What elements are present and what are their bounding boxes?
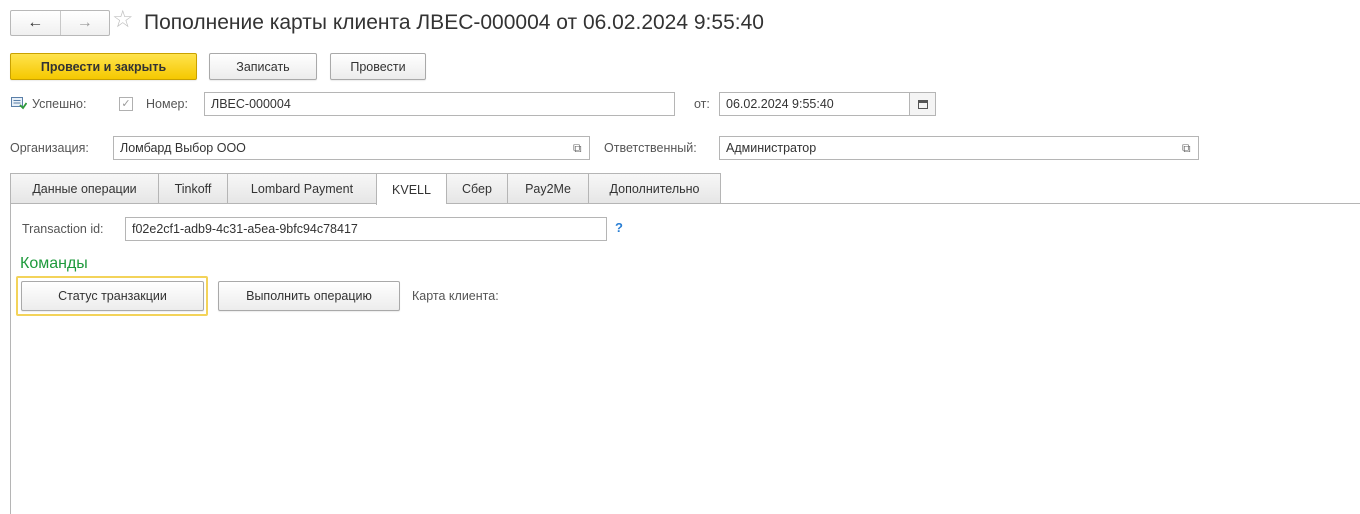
help-icon[interactable]: ? <box>615 220 623 235</box>
organization-field[interactable]: Ломбард Выбор ООО <box>113 136 590 160</box>
tab-operation-data[interactable]: Данные операции <box>10 173 158 204</box>
post-and-close-button[interactable]: Провести и закрыть <box>10 53 197 80</box>
transaction-status-button[interactable]: Статус транзакции <box>21 281 204 311</box>
tab-additional[interactable]: Дополнительно <box>588 173 721 204</box>
number-field[interactable]: ЛВЕС-000004 <box>204 92 675 116</box>
tab-panel-border <box>10 203 11 514</box>
calendar-button[interactable] <box>909 92 936 116</box>
open-organization-icon[interactable]: ⧉ <box>573 136 582 160</box>
execute-operation-button[interactable]: Выполнить операцию <box>218 281 400 311</box>
organization-label: Организация: <box>10 141 89 155</box>
favorite-star-icon[interactable]: ☆ <box>112 8 134 32</box>
navigation-buttons: ← → <box>10 10 110 36</box>
tab-lombard-payment[interactable]: Lombard Payment <box>227 173 376 204</box>
calendar-icon <box>918 100 928 109</box>
open-responsible-icon[interactable]: ⧉ <box>1182 136 1191 160</box>
responsible-label: Ответственный: <box>604 141 697 155</box>
responsible-field[interactable]: Администратор <box>719 136 1199 160</box>
forward-arrow-icon[interactable]: → <box>61 11 110 35</box>
tab-sber[interactable]: Сбер <box>446 173 507 204</box>
success-checkbox[interactable]: ✓ <box>119 97 133 111</box>
back-arrow-icon[interactable]: ← <box>11 11 61 35</box>
post-button[interactable]: Провести <box>330 53 426 80</box>
transaction-id-field[interactable]: f02e2cf1-adb9-4c31-a5ea-9bfc94c78417 <box>125 217 607 241</box>
transaction-id-label: Transaction id: <box>22 222 104 236</box>
tab-kvell[interactable]: KVELL <box>376 173 446 205</box>
commands-section-title: Команды <box>20 255 88 272</box>
tab-pay2me[interactable]: Pay2Me <box>507 173 588 204</box>
save-button[interactable]: Записать <box>209 53 317 80</box>
success-label: Успешно: <box>32 97 87 111</box>
tab-tinkoff[interactable]: Tinkoff <box>158 173 227 204</box>
date-label: от: <box>694 97 710 111</box>
date-field[interactable]: 06.02.2024 9:55:40 <box>719 92 910 116</box>
number-label: Номер: <box>146 97 188 111</box>
page-title: Пополнение карты клиента ЛВЕС-000004 от … <box>144 11 764 34</box>
document-status-icon <box>11 97 28 110</box>
client-card-label: Карта клиента: <box>412 289 499 303</box>
